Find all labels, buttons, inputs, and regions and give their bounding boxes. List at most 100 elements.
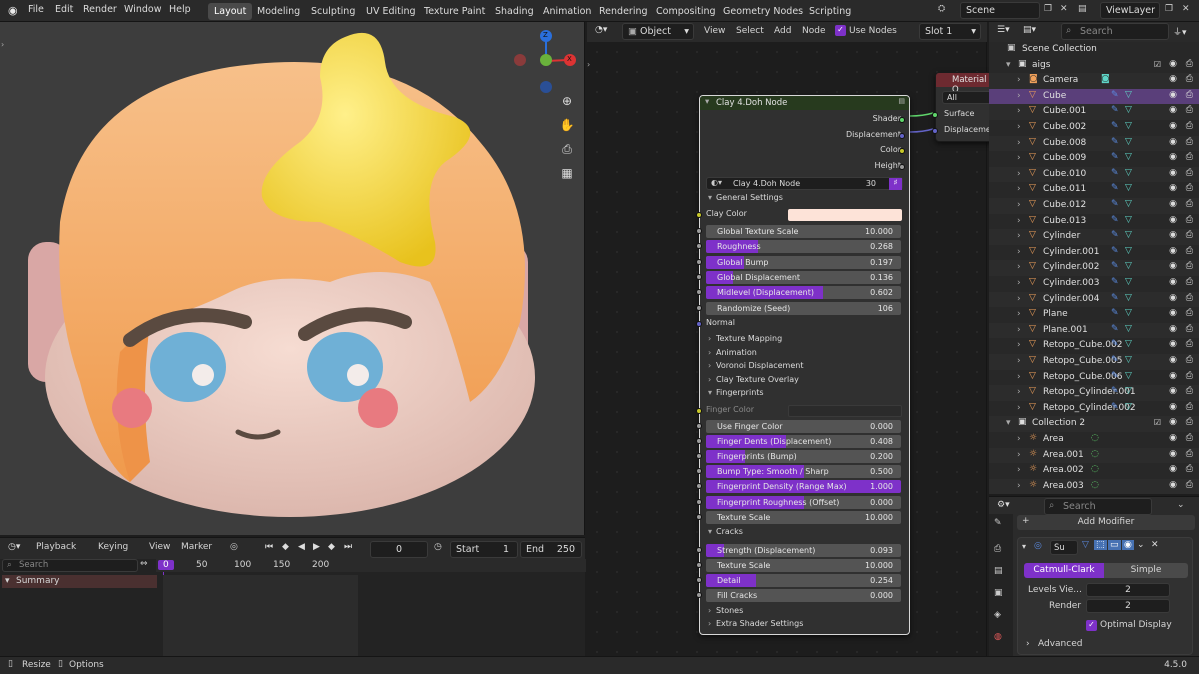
expand-icon[interactable]: ▾ <box>1006 60 1011 70</box>
record-icon[interactable]: ◎ <box>230 542 238 552</box>
tab-shading[interactable]: Shading <box>489 3 540 20</box>
3d-viewport[interactable]: Z X ⊕ ✋ ⎙ ▦ › <box>0 22 585 535</box>
expand-icon[interactable]: ▾ <box>1006 418 1011 428</box>
collapse-icon[interactable]: ▾ <box>1022 542 1026 551</box>
light-data-icon[interactable]: ◌ <box>1091 433 1099 443</box>
ortho-grid-icon[interactable]: ▦ <box>558 166 576 184</box>
tab-uv-editing[interactable]: UV Editing <box>360 3 422 20</box>
socket-surface[interactable]: Surface <box>932 109 986 122</box>
outliner-row[interactable]: ▾ ▣ Collection 2 ☑ ◉ ⎙ <box>989 416 1199 432</box>
modifier-icon[interactable]: ✎ <box>1111 293 1119 303</box>
modifier-icon[interactable]: ✎ <box>1111 199 1119 209</box>
timeline-menu-view[interactable]: View <box>149 542 170 552</box>
render-levels-field[interactable]: 2 <box>1086 599 1170 613</box>
visibility-eye-icon[interactable]: ◉ <box>1169 199 1177 209</box>
visibility-eye-icon[interactable]: ◉ <box>1169 246 1177 256</box>
input-socket[interactable] <box>696 513 702 520</box>
timeline-body[interactable]: ⌕ Search ⇔ 0 50 100 150 200 ▾ Summary <box>0 559 586 656</box>
view-layer-tab-icon[interactable]: ▣ <box>994 588 1003 598</box>
clay-node[interactable]: ▾ Clay 4.Doh Node ▤ Shader Displacement … <box>696 95 910 635</box>
tab-sculpting[interactable]: Sculpting <box>305 3 361 20</box>
modifier-icon[interactable]: ✎ <box>1111 371 1119 381</box>
output-color[interactable]: Color <box>706 145 905 158</box>
expand-icon[interactable]: › <box>1017 294 1021 304</box>
tab-texture-paint[interactable]: Texture Paint <box>418 3 491 20</box>
mesh-data-icon[interactable]: ▽ <box>1125 121 1132 131</box>
slider-general-2[interactable]: Global Bump 0.197 <box>706 255 901 269</box>
jump-end-icon[interactable]: ⏭ <box>344 542 352 552</box>
visibility-eye-icon[interactable]: ◉ <box>1169 433 1177 443</box>
slider-cracks-3[interactable]: Fill Cracks 0.000 <box>706 589 901 603</box>
render-tab-icon[interactable]: ⎙ <box>994 544 1001 554</box>
visibility-eye-icon[interactable]: ◉ <box>1169 417 1177 427</box>
light-data-icon[interactable]: ◌ <box>1091 464 1099 474</box>
panel-extra-shader-settings[interactable]: › Extra Shader Settings <box>708 619 901 632</box>
mesh-data-icon[interactable]: ▽ <box>1125 90 1132 100</box>
outliner-row[interactable]: › ▽ Retopo_Cube.002 ✎ ▽ ◉ ⎙ <box>989 338 1199 354</box>
visibility-eye-icon[interactable]: ◉ <box>1169 59 1177 69</box>
visibility-eye-icon[interactable]: ◉ <box>1169 480 1177 490</box>
output-target-dropdown[interactable]: All <box>942 91 994 104</box>
panel-texture-mapping[interactable]: › Texture Mapping <box>708 334 901 347</box>
modifier-icon[interactable]: ✎ <box>1111 152 1119 162</box>
mesh-data-icon[interactable]: ▽ <box>1125 308 1132 318</box>
view-layer-selector[interactable]: ViewLayer <box>1100 2 1160 19</box>
visibility-eye-icon[interactable]: ◉ <box>1169 74 1177 84</box>
render-camera-icon[interactable]: ⎙ <box>1186 371 1193 381</box>
camera-view-icon[interactable]: ⎙ <box>558 142 576 160</box>
render-camera-icon[interactable]: ⎙ <box>1186 449 1193 459</box>
outliner-row[interactable]: › ▽ Retopo_Cube.005 ✎ ▽ ◉ ⎙ <box>989 354 1199 370</box>
outliner-row[interactable]: › ☼ Area.001 ◌ ◉ ⎙ <box>989 447 1199 464</box>
render-camera-icon[interactable]: ⎙ <box>1186 121 1193 131</box>
expand-icon[interactable]: › <box>1017 153 1021 163</box>
panel-fingerprints[interactable]: ▾ Fingerprints <box>708 388 901 401</box>
outliner-row[interactable]: › ◙ Camera ◙ ◉ ⎙ <box>989 73 1199 89</box>
panel-voronoi-displacement[interactable]: › Voronoi Displacement <box>708 361 901 374</box>
output-tab-icon[interactable]: ▤ <box>994 566 1003 576</box>
input-socket[interactable] <box>696 289 702 296</box>
output-height[interactable]: Height <box>706 161 905 174</box>
modifier-icon[interactable]: ✎ <box>1111 90 1119 100</box>
slider-finger-0[interactable]: Use Finger Color 0.000 <box>706 420 901 433</box>
render-camera-icon[interactable]: ⎙ <box>1186 324 1193 334</box>
modifier-icon[interactable]: ✎ <box>1111 246 1119 256</box>
node-editor-type-icon[interactable]: ◔▾ <box>595 25 607 35</box>
mesh-data-icon[interactable]: ▽ <box>1125 371 1132 381</box>
visibility-eye-icon[interactable]: ◉ <box>1169 371 1177 381</box>
modifier-name-field[interactable]: Su <box>1050 540 1078 555</box>
render-camera-icon[interactable]: ⎙ <box>1186 402 1193 412</box>
expand-icon[interactable]: › <box>1017 309 1021 319</box>
mesh-data-icon[interactable]: ▽ <box>1125 183 1132 193</box>
slider-finger-5[interactable]: Fingerprint Roughness (Offset) 0.000 <box>706 495 901 509</box>
visibility-eye-icon[interactable]: ◉ <box>1169 339 1177 349</box>
expand-icon[interactable]: › <box>1017 262 1021 272</box>
end-frame-field[interactable]: End 250 <box>520 541 582 558</box>
outliner-row[interactable]: › ▽ Cylinder.004 ✎ ▽ ◉ ⎙ <box>989 291 1199 308</box>
modifier-icon[interactable]: ✎ <box>1111 105 1119 115</box>
render-camera-icon[interactable]: ⎙ <box>1186 215 1193 225</box>
expand-icon[interactable]: › <box>1017 372 1021 382</box>
slider-finger-4[interactable]: Fingerprint Density (Range Max) 1.000 <box>706 480 901 494</box>
display-mode-icon[interactable]: ▤▾ <box>1023 25 1036 35</box>
mesh-data-icon[interactable]: ▽ <box>1125 277 1132 287</box>
visibility-eye-icon[interactable]: ◉ <box>1169 308 1177 318</box>
expand-icon[interactable]: › <box>1017 450 1021 460</box>
visibility-eye-icon[interactable]: ◉ <box>1169 90 1177 100</box>
mesh-data-icon[interactable]: ▽ <box>1125 230 1132 240</box>
outliner-row[interactable]: › ▽ Cube.001 ✎ ▽ ◉ ⎙ <box>989 104 1199 120</box>
input-socket[interactable] <box>696 228 702 234</box>
slider-finger-3[interactable]: Bump Type: Smooth / Sharp 0.500 <box>706 465 901 479</box>
outliner-row[interactable]: › ▽ Cylinder.003 ✎ ▽ ◉ ⎙ <box>989 276 1199 292</box>
exclude-checkbox[interactable]: ☑ <box>1154 60 1161 69</box>
outliner-row[interactable]: › ▽ Retopo_Cylinder.001 ✎ ▽ ◉ ⎙ <box>989 385 1199 401</box>
menu-edit[interactable]: Edit <box>55 4 73 15</box>
input-socket[interactable] <box>696 258 702 265</box>
copy-layer-icon[interactable]: ❐ <box>1165 4 1173 14</box>
mesh-data-icon[interactable]: ▽ <box>1125 261 1132 271</box>
expand-icon[interactable]: › <box>1017 75 1021 85</box>
slider-general-5[interactable]: Randomize (Seed) 106 <box>706 301 901 315</box>
slider-general-3[interactable]: Global Displacement 0.136 <box>706 270 901 284</box>
properties-editor-type-icon[interactable]: ⚙▾ <box>997 500 1010 510</box>
visibility-eye-icon[interactable]: ◉ <box>1169 230 1177 240</box>
outliner-row[interactable]: › ▽ Plane.001 ✎ ▽ ◉ ⎙ <box>989 322 1199 339</box>
